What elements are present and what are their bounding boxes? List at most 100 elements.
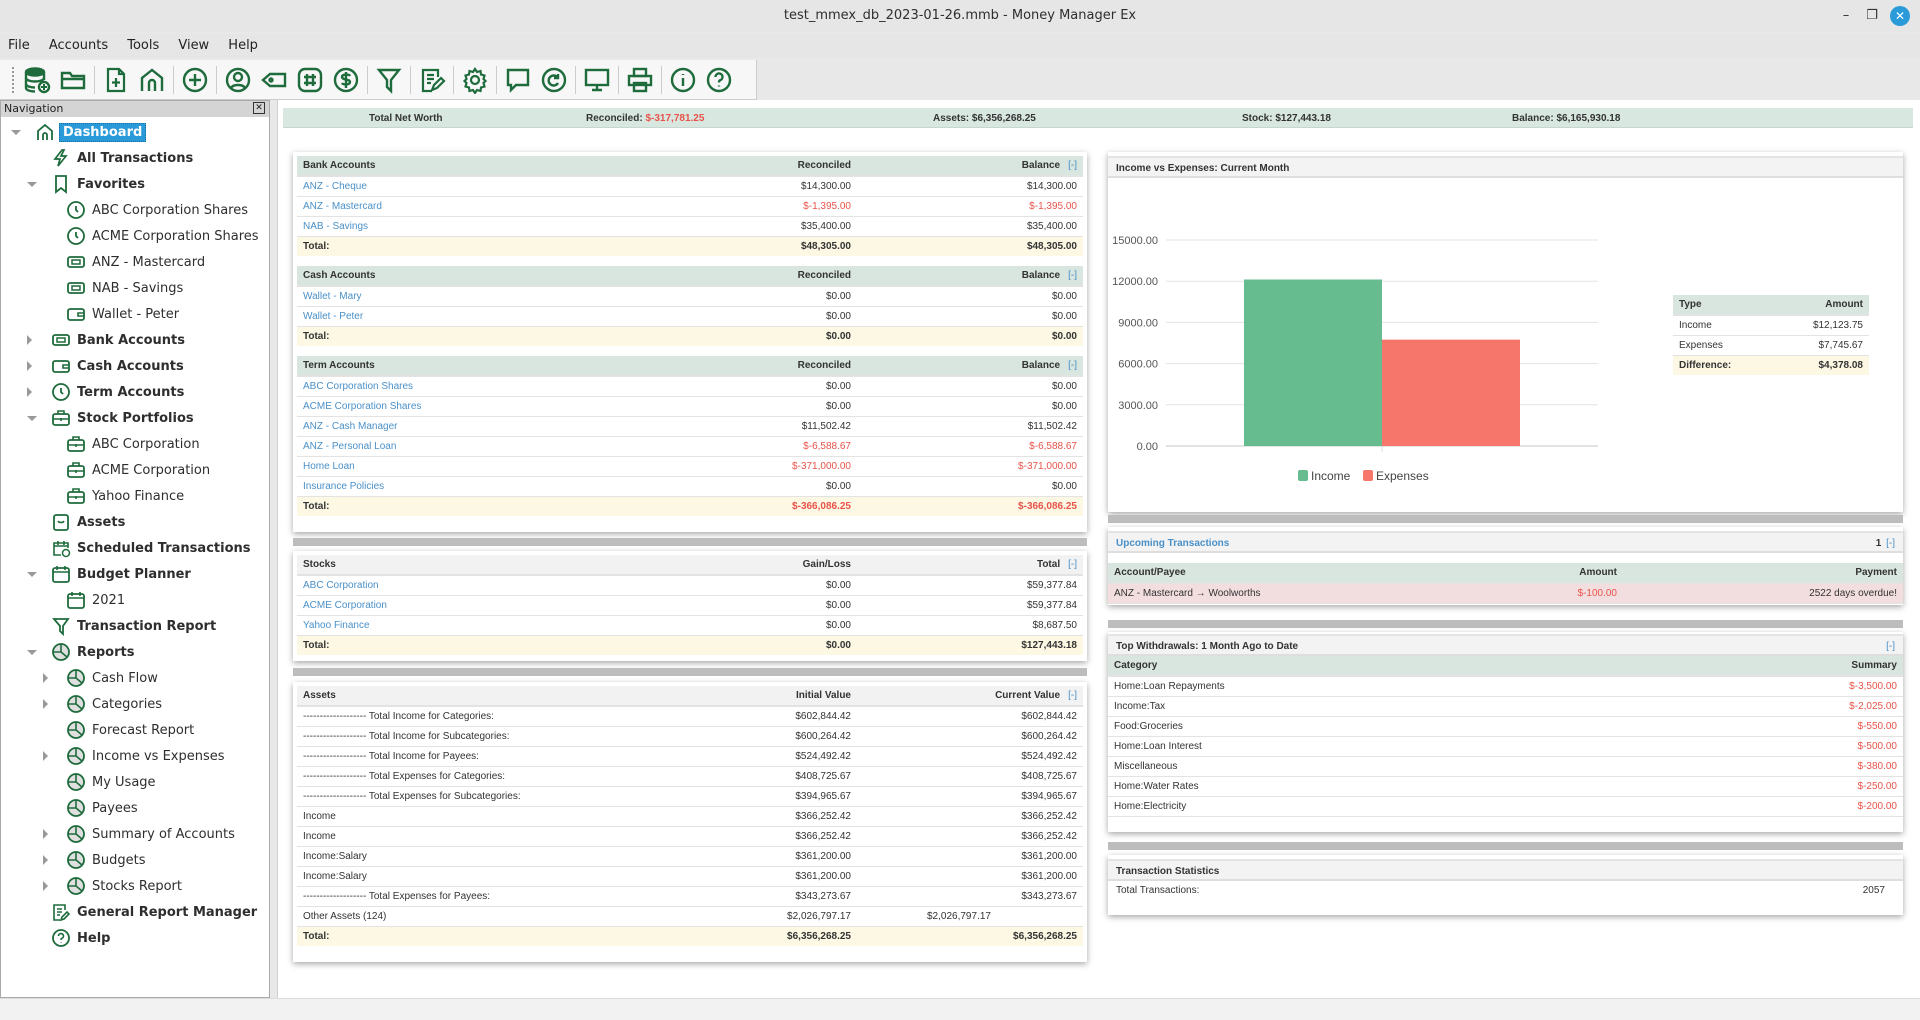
account-link[interactable]: ANZ - Personal Loan [303,441,396,452]
collapse-toggle[interactable]: [-] [1068,690,1077,701]
restore-button[interactable]: ❐ [1862,6,1882,26]
nav-item-favorites[interactable]: Favorites [1,171,269,197]
nav-item-forecast-report[interactable]: Forecast Report [1,717,269,743]
account-link[interactable]: ANZ - Cheque [303,181,367,192]
collapse-arrow-icon[interactable] [27,182,37,187]
fullscreen-button[interactable] [581,64,613,96]
new-account-button[interactable] [100,64,132,96]
nav-item-budgets[interactable]: Budgets [1,847,269,873]
nav-item-summary-of-accounts[interactable]: Summary of Accounts [1,821,269,847]
options-button[interactable] [459,64,491,96]
menu-view[interactable]: View [178,34,209,53]
nav-item-categories[interactable]: Categories [1,691,269,717]
refresh-button[interactable] [538,64,570,96]
new-database-button[interactable] [21,64,53,96]
expand-arrow-icon[interactable] [27,335,32,345]
categories-button[interactable] [258,64,290,96]
account-link[interactable]: ACME Corporation [303,600,387,611]
nav-item-bank-accounts[interactable]: Bank Accounts [1,327,269,353]
home-button[interactable] [136,64,168,96]
about-button[interactable] [667,64,699,96]
nav-item-yahoo-finance[interactable]: Yahoo Finance [1,483,269,509]
collapse-toggle[interactable]: [-] [1068,160,1077,171]
help-button[interactable] [703,64,735,96]
currencies-button[interactable] [330,64,362,96]
withdrawals-toggle[interactable]: [-] [1886,636,1895,658]
close-navigation-icon[interactable]: ✕ [253,102,265,114]
collapse-arrow-icon[interactable] [27,416,37,421]
open-database-button[interactable] [57,64,89,96]
collapse-arrow-icon[interactable] [11,130,21,135]
account-link[interactable]: ABC Corporation Shares [303,381,413,392]
currency-symbols-button[interactable] [294,64,326,96]
menu-help[interactable]: Help [228,34,258,53]
nav-item-dashboard[interactable]: Dashboard [1,119,269,145]
expand-arrow-icon[interactable] [43,829,48,839]
expand-arrow-icon[interactable] [27,387,32,397]
collapse-arrow-icon[interactable] [27,572,37,577]
upcoming-row[interactable]: ANZ - Mastercard → Woolworths $-100.00 252… [1108,583,1903,604]
account-link[interactable]: ANZ - Mastercard [303,201,382,212]
account-link[interactable]: Home Loan [303,461,355,472]
account-link[interactable]: ACME Corporation Shares [303,401,421,412]
nav-item-cash-flow[interactable]: Cash Flow [1,665,269,691]
nav-item-all-transactions[interactable]: All Transactions [1,145,269,171]
nav-item-my-usage[interactable]: My Usage [1,769,269,795]
upcoming-toggle[interactable]: [-] [1886,538,1895,549]
close-button[interactable]: ✕ [1890,6,1910,26]
collapse-toggle[interactable]: [-] [1068,559,1077,570]
nav-item-anz-mastercard[interactable]: ANZ - Mastercard [1,249,269,275]
transaction-report-button[interactable] [373,64,405,96]
nav-item-2021[interactable]: 2021 [1,587,269,613]
expand-arrow-icon[interactable] [43,751,48,761]
nav-item-stocks-report[interactable]: Stocks Report [1,873,269,899]
legend-label-expenses[interactable]: Expenses [1376,469,1429,483]
nav-item-general-report-manager[interactable]: General Report Manager [1,899,269,925]
nav-item-abc-corporation-shares[interactable]: ABC Corporation Shares [1,197,269,223]
nav-item-cash-accounts[interactable]: Cash Accounts [1,353,269,379]
feedback-button[interactable] [502,64,534,96]
account-link[interactable]: Yahoo Finance [303,620,370,631]
print-button[interactable] [624,64,656,96]
account-link[interactable]: Insurance Policies [303,481,384,492]
expand-arrow-icon[interactable] [43,699,48,709]
nav-item-transaction-report[interactable]: Transaction Report [1,613,269,639]
account-link[interactable]: ABC Corporation [303,580,379,591]
nav-item-budget-planner[interactable]: Budget Planner [1,561,269,587]
legend-label-income[interactable]: Income [1311,469,1351,483]
nav-item-abc-corporation[interactable]: ABC Corporation [1,431,269,457]
expand-arrow-icon[interactable] [27,361,32,371]
nav-item-stock-portfolios[interactable]: Stock Portfolios [1,405,269,431]
minimize-button[interactable]: – [1836,6,1856,26]
menu-file[interactable]: File [8,34,30,53]
report-manager-button[interactable] [416,64,448,96]
upcoming-title-text[interactable]: Upcoming Transactions [1116,538,1229,549]
new-transaction-button[interactable] [179,64,211,96]
menu-accounts[interactable]: Accounts [49,34,108,53]
account-link[interactable]: Wallet - Mary [303,291,362,302]
collapse-toggle[interactable]: [-] [1068,270,1077,281]
menu-tools[interactable]: Tools [127,34,159,53]
nav-item-income-vs-expenses[interactable]: Income vs Expenses [1,743,269,769]
nav-item-acme-corporation-shares[interactable]: ACME Corporation Shares [1,223,269,249]
bar-expenses[interactable] [1382,339,1520,446]
nav-item-help[interactable]: Help [1,925,269,951]
nav-item-payees[interactable]: Payees [1,795,269,821]
nav-item-wallet-peter[interactable]: Wallet - Peter [1,301,269,327]
nav-item-nab-savings[interactable]: NAB - Savings [1,275,269,301]
expand-arrow-icon[interactable] [43,855,48,865]
nav-item-term-accounts[interactable]: Term Accounts [1,379,269,405]
collapse-arrow-icon[interactable] [27,650,37,655]
account-link[interactable]: Wallet - Peter [303,311,363,322]
collapse-toggle[interactable]: [-] [1068,360,1077,371]
bar-income[interactable] [1244,279,1382,446]
expand-arrow-icon[interactable] [43,673,48,683]
nav-item-reports[interactable]: Reports [1,639,269,665]
nav-item-acme-corporation[interactable]: ACME Corporation [1,457,269,483]
nav-item-assets[interactable]: Assets [1,509,269,535]
toolbar-grip[interactable] [12,66,15,93]
payees-button[interactable] [222,64,254,96]
account-link[interactable]: NAB - Savings [303,221,368,232]
expand-arrow-icon[interactable] [43,881,48,891]
account-link[interactable]: ANZ - Cash Manager [303,421,397,432]
